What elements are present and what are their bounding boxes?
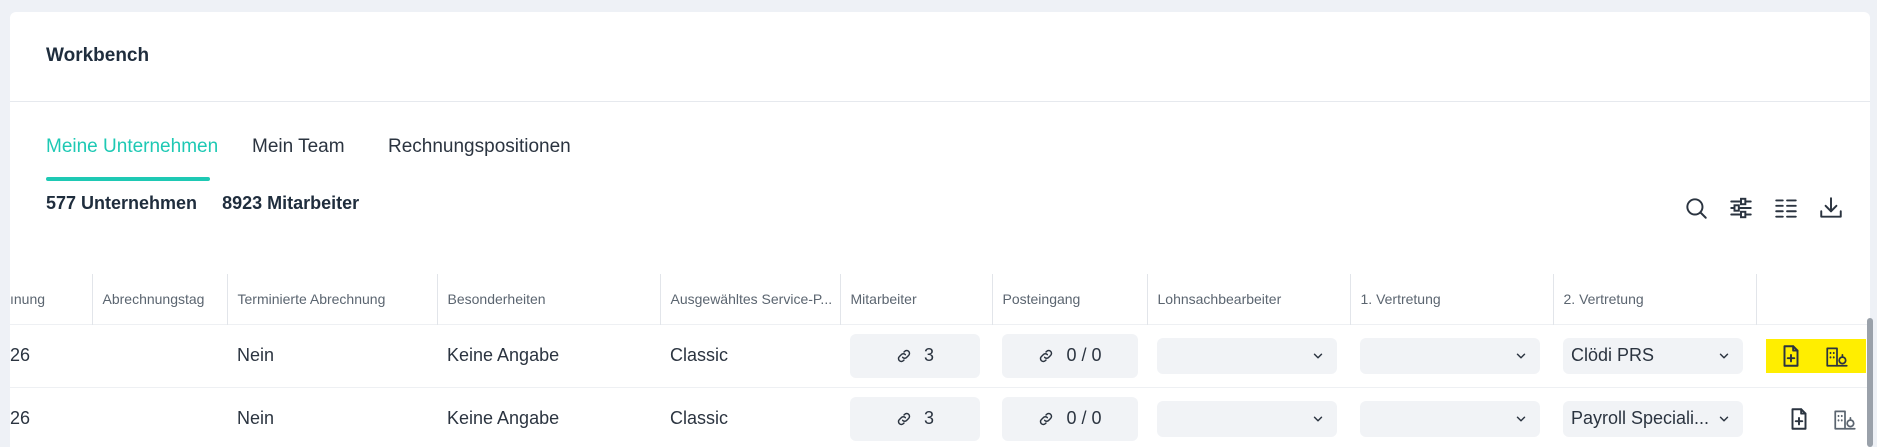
filter-sliders-icon[interactable] xyxy=(1723,190,1759,226)
mitarbeiter-count: 3 xyxy=(923,345,934,365)
vertretung-1-select[interactable] xyxy=(1360,337,1540,374)
tab-meine-unternehmen[interactable]: Meine Unternehmen xyxy=(46,136,218,158)
mitarbeiter-count: 3 xyxy=(923,408,934,429)
table-row[interactable]: 26 Nein Keine Angabe Classic 3 0 / 0 xyxy=(10,323,1870,387)
cell-terminiert: Nein xyxy=(227,323,437,387)
posteingang-link-button[interactable]: 0 / 0 xyxy=(1002,396,1138,441)
column-header[interactable]: Mitarbeiter xyxy=(839,274,992,324)
row-actions-highlighted xyxy=(1766,338,1866,373)
link-icon xyxy=(1040,412,1053,425)
vertical-scrollbar[interactable] xyxy=(1867,318,1873,447)
columns-icon[interactable] xyxy=(1768,190,1804,226)
cell-truncated-date: 26 xyxy=(10,386,92,447)
company-settings-icon[interactable] xyxy=(1830,404,1860,434)
link-icon xyxy=(1040,349,1053,362)
column-header[interactable]: ınung xyxy=(10,274,92,324)
lohnsachbearbeiter-select[interactable] xyxy=(1157,337,1337,374)
search-icon[interactable] xyxy=(1678,190,1714,226)
summary-counts: 577 Unternehmen 8923 Mitarbeiter xyxy=(46,193,379,214)
column-header[interactable]: Abrechnungstag xyxy=(91,274,227,324)
table-row[interactable]: 26 Nein Keine Angabe Classic 3 0 / 0 xyxy=(10,386,1870,447)
active-tab-indicator xyxy=(46,177,210,181)
cell-service-paket: Classic xyxy=(660,386,840,447)
column-header[interactable]: Posteingang xyxy=(991,274,1147,324)
add-document-icon[interactable] xyxy=(1784,404,1814,434)
cell-abrechnungstag xyxy=(92,323,227,387)
posteingang-count: 0 / 0 xyxy=(1066,408,1102,429)
posteingang-count: 0 / 0 xyxy=(1066,345,1102,365)
cell-besonderheiten: Keine Angabe xyxy=(437,323,660,387)
workbench-card: Workbench Meine Unternehmen Mein Team Re… xyxy=(10,12,1870,447)
chevron-down-icon xyxy=(1313,353,1323,358)
vertretung-1-select[interactable] xyxy=(1360,400,1540,437)
posteingang-link-button[interactable]: 0 / 0 xyxy=(1002,333,1138,378)
cell-terminiert: Nein xyxy=(227,386,437,447)
chevron-down-icon xyxy=(1719,416,1729,422)
column-header[interactable]: Ausgewähltes Service-P... xyxy=(659,274,840,324)
cell-abrechnungstag xyxy=(92,386,227,447)
link-icon xyxy=(897,349,911,362)
column-header[interactable]: Besonderheiten xyxy=(436,274,660,324)
company-settings-icon[interactable] xyxy=(1822,341,1852,371)
chevron-down-icon xyxy=(1719,353,1729,358)
download-icon[interactable] xyxy=(1813,190,1849,226)
company-count: 577 Unternehmen xyxy=(46,193,198,213)
page-title: Workbench xyxy=(46,45,150,66)
chevron-down-icon xyxy=(1313,416,1323,422)
tab-rechnungspositionen[interactable]: Rechnungspositionen xyxy=(388,136,571,158)
mitarbeiter-link-button[interactable]: 3 xyxy=(850,333,980,378)
mitarbeiter-link-button[interactable]: 3 xyxy=(850,396,980,441)
employee-count: 8923 Mitarbeiter xyxy=(222,193,360,213)
cell-service-paket: Classic xyxy=(660,323,840,387)
cell-truncated-date: 26 xyxy=(10,323,92,387)
row-actions xyxy=(1766,402,1870,436)
vertretung-2-select[interactable]: Clödi PRS xyxy=(1563,337,1743,374)
table-toolbar xyxy=(1670,190,1870,230)
column-header[interactable]: 1. Vertretung xyxy=(1349,274,1553,324)
companies-table: ınung Abrechnungstag Terminierte Abrechn… xyxy=(10,274,1870,447)
table-header-row: ınung Abrechnungstag Terminierte Abrechn… xyxy=(10,274,1870,324)
tab-bar: Meine Unternehmen Mein Team Rechnungspos… xyxy=(10,102,1870,182)
select-value: Payroll Speciali... xyxy=(1571,408,1710,429)
column-header[interactable]: Lohnsachbearbeiter xyxy=(1146,274,1350,324)
select-value: Clödi PRS xyxy=(1571,345,1655,365)
column-header[interactable]: Terminierte Abrechnung xyxy=(226,274,437,324)
column-header[interactable]: 2. Vertretung xyxy=(1552,274,1756,324)
column-header-actions xyxy=(1755,274,1870,324)
add-document-icon[interactable] xyxy=(1776,341,1806,371)
chevron-down-icon xyxy=(1516,416,1526,422)
chevron-down-icon xyxy=(1516,353,1526,358)
lohnsachbearbeiter-select[interactable] xyxy=(1157,400,1337,437)
vertretung-2-select[interactable]: Payroll Speciali... xyxy=(1563,400,1743,437)
link-icon xyxy=(897,412,911,425)
cell-besonderheiten: Keine Angabe xyxy=(437,386,660,447)
tab-mein-team[interactable]: Mein Team xyxy=(252,136,345,158)
